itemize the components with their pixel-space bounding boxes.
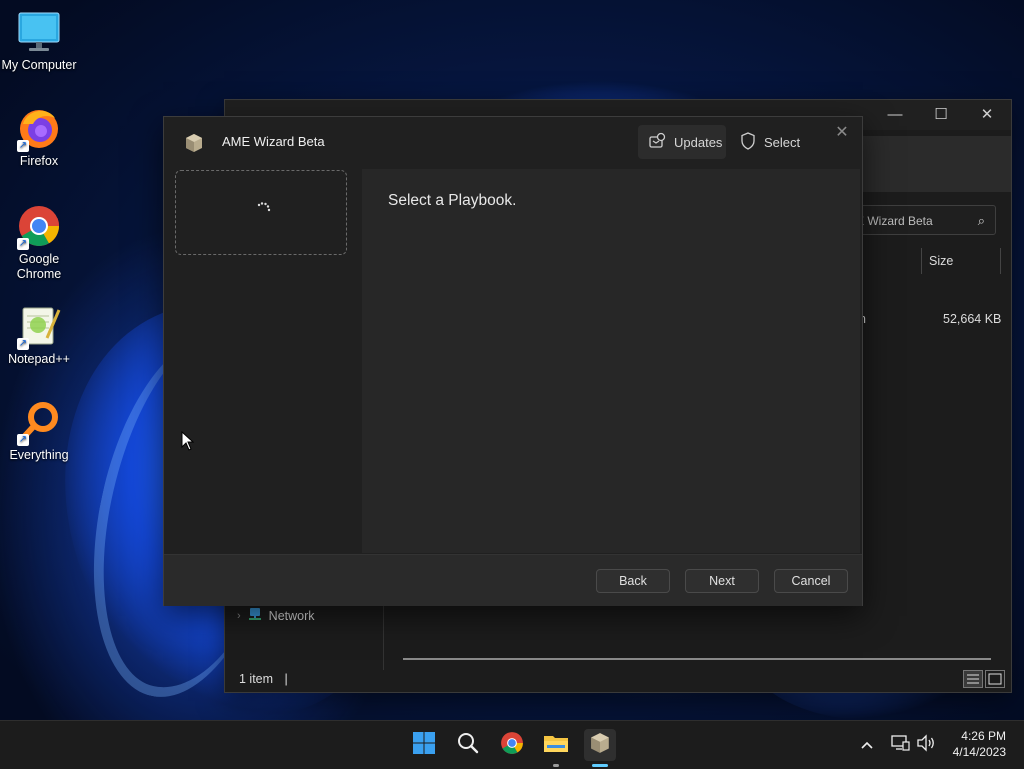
show-hidden-icons-button[interactable]	[860, 721, 874, 769]
nav-item-network[interactable]: › Network	[237, 606, 315, 625]
firefox-icon: ↗	[17, 106, 61, 152]
network-icon	[890, 734, 910, 756]
desktop-icon-my-computer[interactable]: My Computer	[0, 10, 78, 73]
desktop-icon-label: My Computer	[1, 58, 77, 72]
status-separator: |	[284, 672, 288, 686]
back-button[interactable]: Back	[596, 569, 670, 593]
chrome-icon	[500, 731, 524, 760]
ame-wizard-app-icon	[184, 133, 204, 153]
desktop-icon-label: Google Chrome	[16, 252, 62, 281]
running-indicator	[553, 764, 559, 767]
taskbar-search-button[interactable]	[452, 729, 484, 761]
column-header-size[interactable]: Size	[921, 248, 1001, 274]
close-icon[interactable]: ✕	[832, 123, 852, 143]
active-indicator	[592, 764, 608, 767]
search-placeholder: E Wizard Beta	[856, 214, 933, 228]
shortcut-arrow-icon: ↗	[17, 238, 29, 250]
next-button[interactable]: Next	[685, 569, 759, 593]
page-title: Select a Playbook.	[388, 192, 517, 209]
maximize-button[interactable]: ☐	[919, 103, 963, 127]
chevron-right-icon[interactable]: ›	[237, 610, 241, 622]
notepadpp-icon: ↗	[17, 304, 61, 350]
updates-button[interactable]: Updates	[638, 125, 726, 159]
desktop-icon-label: Everything	[9, 448, 69, 462]
item-count: 1 item	[239, 672, 274, 686]
desktop-icon-chrome[interactable]: ↗ Google Chrome	[0, 204, 78, 282]
updates-icon	[648, 132, 666, 153]
network-status-button[interactable]	[890, 721, 910, 769]
preview-view-button[interactable]	[985, 670, 1005, 688]
updates-label: Updates	[674, 134, 723, 150]
ame-wizard-icon	[589, 732, 611, 759]
desktop-icon-everything[interactable]: ↗ Everything	[0, 400, 78, 463]
cancel-button[interactable]: Cancel	[774, 569, 848, 593]
nav-item-label: Network	[268, 608, 315, 623]
mouse-cursor-icon	[181, 430, 195, 456]
desktop-icon-firefox[interactable]: ↗ Firefox	[0, 106, 78, 169]
status-bar: 1 item |	[225, 666, 1011, 692]
volume-button[interactable]	[916, 721, 936, 769]
shortcut-arrow-icon: ↗	[17, 338, 29, 350]
monitor-icon	[17, 10, 61, 54]
desktop-icon-notepadpp[interactable]: ↗ Notepad++	[0, 304, 78, 367]
search-input[interactable]: E Wizard Beta ⌕	[845, 205, 996, 235]
details-view-button[interactable]	[963, 670, 983, 688]
wizard-content-panel: Select a Playbook.	[362, 169, 860, 553]
chrome-icon: ↗	[17, 204, 61, 250]
dialog-footer: Back Next Cancel	[164, 554, 862, 606]
shield-icon	[740, 131, 756, 153]
taskbar-file-explorer-button[interactable]	[540, 729, 572, 767]
taskbar: 4:26 PM 4/14/2023	[0, 720, 1024, 769]
clock-time: 4:26 PM	[961, 729, 1006, 743]
desktop-icon-label: Notepad++	[8, 352, 70, 366]
dialog-title: AME Wizard Beta	[222, 134, 325, 149]
clock-date: 4/14/2023	[952, 745, 1006, 759]
file-explorer-icon	[543, 731, 569, 760]
search-icon: ⌕	[977, 213, 985, 228]
shortcut-arrow-icon: ↗	[17, 434, 29, 446]
playbook-drop-zone[interactable]	[175, 170, 347, 255]
file-size: 52,664 KB	[943, 312, 1002, 326]
system-clock[interactable]: 4:26 PM 4/14/2023	[953, 728, 1006, 760]
chevron-up-icon	[860, 737, 874, 754]
network-icon	[247, 606, 263, 625]
close-button[interactable]: ✕	[965, 103, 1009, 127]
taskbar-ame-wizard-button[interactable]	[584, 729, 616, 767]
select-button[interactable]: Select	[730, 125, 808, 159]
start-button[interactable]	[408, 729, 440, 761]
shortcut-arrow-icon: ↗	[17, 140, 29, 152]
start-icon	[412, 731, 436, 760]
ame-wizard-dialog[interactable]: AME Wizard Beta Updates Select ✕ Select …	[163, 116, 863, 606]
select-label: Select	[764, 134, 801, 150]
everything-icon: ↗	[17, 400, 61, 446]
volume-icon	[916, 734, 936, 756]
taskbar-chrome-button[interactable]	[496, 729, 528, 761]
search-icon	[456, 731, 480, 760]
desktop-icon-label: Firefox	[19, 154, 59, 168]
loading-spinner-icon	[256, 200, 272, 221]
minimize-button[interactable]: —	[873, 103, 917, 127]
horizontal-scrollbar[interactable]	[403, 658, 991, 660]
